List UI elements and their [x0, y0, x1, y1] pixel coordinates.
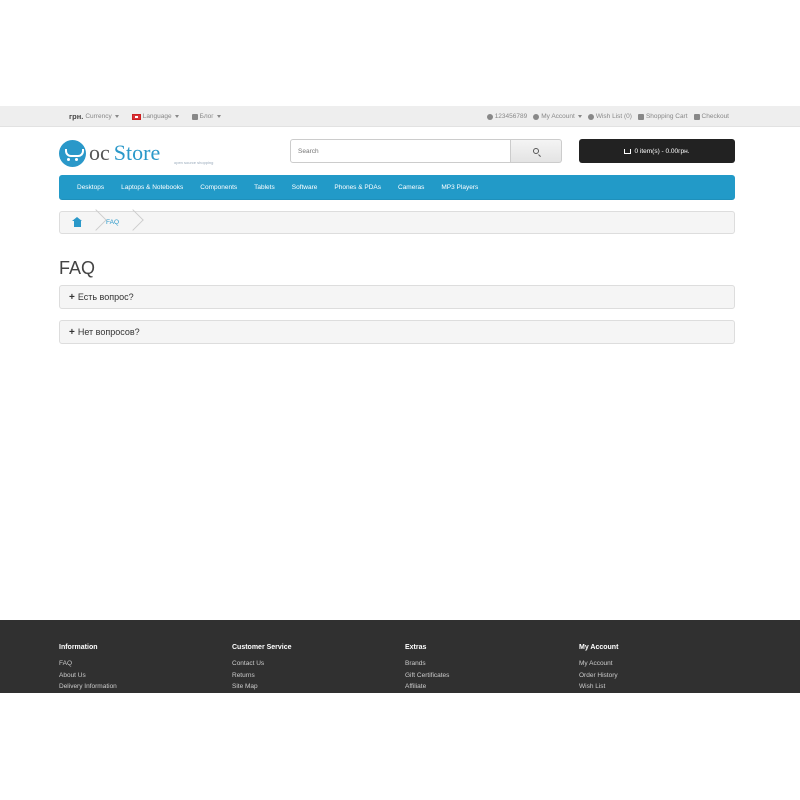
language-label: Language [142, 113, 172, 120]
shopping-cart-label: Shopping Cart [645, 113, 688, 120]
phone-icon [486, 113, 493, 120]
share-icon [693, 113, 700, 120]
cart-icon [624, 148, 632, 154]
my-account-label: My Account [541, 113, 575, 120]
footer-link[interactable]: FAQ [59, 658, 117, 670]
currency-label: Currency [85, 113, 112, 120]
caret-down-icon [174, 115, 179, 118]
flag-icon [131, 113, 141, 120]
footer-link[interactable]: About Us [59, 670, 117, 682]
book-icon [191, 113, 198, 120]
footer-column-information: Information FAQ About Us Delivery Inform… [59, 644, 117, 693]
language-dropdown[interactable]: Language [131, 113, 179, 120]
footer-heading: Customer Service [232, 644, 292, 651]
search-group [290, 139, 562, 163]
faq-item[interactable]: + Нет вопросов? [59, 320, 735, 344]
footer-link[interactable]: Wish List [579, 681, 618, 693]
cart-total: 0 item(s) - 0.00грн. [634, 147, 690, 155]
footer-column-my-account: My Account My Account Order History Wish… [579, 644, 618, 693]
caret-down-icon [577, 115, 582, 118]
user-icon [533, 113, 540, 120]
menu-item-mp3-players[interactable]: MP3 Players [441, 184, 478, 191]
menu-item-phones-pdas[interactable]: Phones & PDAs [334, 184, 381, 191]
logo-tagline: open source shopping [174, 160, 214, 165]
wish-list-label: Wish List (0) [595, 113, 632, 120]
plus-icon: + [69, 291, 75, 303]
faq-question: Есть вопрос? [77, 292, 134, 302]
footer-link[interactable]: Order History [579, 670, 618, 682]
top-bar-right: 123456789 My Account Wish List (0) Shopp… [486, 106, 729, 127]
footer-heading: My Account [579, 644, 619, 651]
blog-label: Блог [199, 113, 214, 120]
footer-column-customer-service: Customer Service Contact Us Returns Site… [232, 644, 292, 693]
my-account-dropdown[interactable]: My Account [533, 113, 582, 120]
footer-heading: Extras [405, 644, 427, 651]
plus-icon: + [69, 326, 75, 338]
caret-down-icon [114, 115, 119, 118]
footer-link[interactable]: Brands [405, 658, 449, 670]
faq-item[interactable]: + Есть вопрос? [59, 285, 735, 309]
footer-heading: Information [59, 644, 98, 651]
breadcrumb: FAQ [59, 211, 735, 234]
menu-item-software[interactable]: Software [292, 184, 318, 191]
checkout-label: Checkout [701, 113, 729, 120]
footer-link[interactable]: Gift Certificates [405, 670, 449, 682]
menu-item-cameras[interactable]: Cameras [398, 184, 424, 191]
menu-item-desktops[interactable]: Desktops [77, 184, 104, 191]
footer-link[interactable]: Contact Us [232, 658, 292, 670]
currency-symbol: грн. [69, 112, 84, 121]
footer-link[interactable]: Returns [232, 670, 292, 682]
phone-number: 123456789 [494, 113, 528, 120]
blog-dropdown[interactable]: Блог [191, 113, 221, 120]
checkout-link[interactable]: Checkout [693, 113, 729, 120]
faq-question: Нет вопросов? [77, 327, 140, 337]
home-icon [71, 216, 82, 227]
cart-button[interactable]: 0 item(s) - 0.00грн. [579, 139, 735, 163]
search-button[interactable] [511, 139, 562, 163]
footer-link[interactable]: Site Map [232, 681, 292, 693]
logo-cart-icon [59, 139, 86, 167]
logo-oc: oc [89, 140, 110, 165]
top-bar: грн. Currency Language Блог 123456789 My… [0, 106, 800, 127]
heart-icon [587, 113, 594, 120]
page-title: FAQ [59, 258, 96, 278]
top-bar-left: грн. Currency Language Блог [69, 106, 221, 127]
search-input[interactable] [290, 139, 511, 163]
phone-link[interactable]: 123456789 [486, 113, 528, 120]
footer-column-extras: Extras Brands Gift Certificates Affiliat… [405, 644, 449, 693]
logo-store: Store [113, 140, 161, 165]
page: грн. Currency Language Блог 123456789 My… [0, 106, 800, 693]
footer-link[interactable]: Affiliate [405, 681, 449, 693]
currency-dropdown[interactable]: грн. Currency [69, 112, 119, 121]
main-menu: Desktops Laptops & Notebooks Components … [59, 175, 735, 200]
menu-item-components[interactable]: Components [200, 184, 237, 191]
footer: Information FAQ About Us Delivery Inform… [0, 620, 800, 693]
footer-link[interactable]: Delivery Information [59, 681, 117, 693]
logo[interactable]: oc Store open source shopping [59, 139, 213, 167]
caret-down-icon [216, 115, 221, 118]
menu-item-laptops-notebooks[interactable]: Laptops & Notebooks [121, 184, 183, 191]
cart-icon [637, 113, 644, 120]
footer-link[interactable]: My Account [579, 658, 618, 670]
search-icon [533, 148, 539, 154]
shopping-cart-link[interactable]: Shopping Cart [637, 113, 688, 120]
menu-item-tablets[interactable]: Tablets [254, 184, 275, 191]
wish-list-link[interactable]: Wish List (0) [587, 113, 632, 120]
